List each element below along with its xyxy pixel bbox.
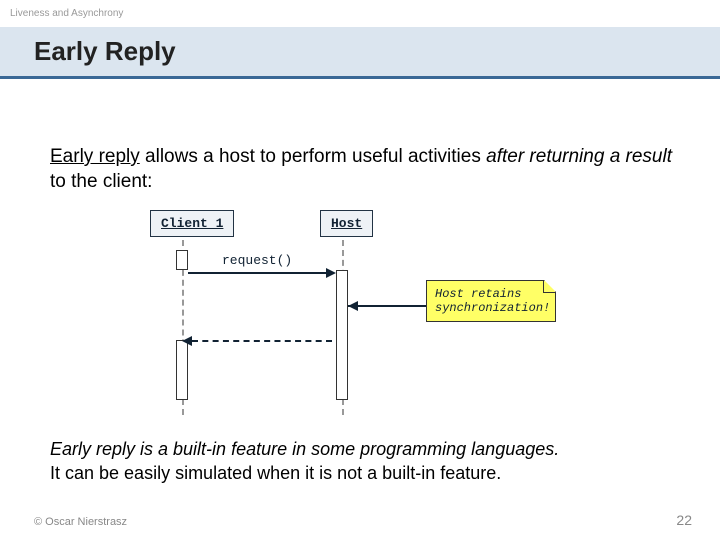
intro-text: Early reply allows a host to perform use… <box>50 145 680 194</box>
message-request-label: request() <box>220 253 294 268</box>
outro-text: Early reply is a built-in feature in som… <box>50 438 680 485</box>
footer-page-number: 22 <box>676 512 692 528</box>
slide: Liveness and Asynchrony Early Reply Earl… <box>0 0 720 540</box>
arrow-reply-head-icon <box>182 336 192 346</box>
intro-italic: after returning a result <box>486 146 672 167</box>
actor-host-box: Host <box>320 210 373 237</box>
sequence-diagram: Client 1 Host request() Host retains syn… <box>120 210 560 430</box>
outro-line1: Early reply is a built-in feature in som… <box>50 439 559 459</box>
intro-mid2: to the client: <box>50 171 152 192</box>
activation-client-pre <box>176 250 188 270</box>
actor-client-box: Client 1 <box>150 210 234 237</box>
title-band: Early Reply <box>0 27 720 79</box>
intro-term: Early reply <box>50 146 140 167</box>
intro-mid1: allows a host to perform useful activiti… <box>140 146 486 167</box>
footer-copyright: © Oscar Nierstrasz <box>34 516 127 528</box>
activation-host <box>336 270 348 400</box>
note-text: Host retains synchronization! <box>435 287 550 315</box>
activation-client-post <box>176 340 188 400</box>
note-fold-border <box>544 280 556 292</box>
outro-line2: It can be easily simulated when it is no… <box>50 463 501 483</box>
arrow-reply <box>192 340 332 342</box>
note-connector-head-icon <box>348 301 358 311</box>
arrow-request <box>188 272 328 274</box>
note-connector <box>348 305 426 307</box>
note-box: Host retains synchronization! <box>426 280 556 322</box>
page-title: Early Reply <box>34 36 176 67</box>
topic-label: Liveness and Asynchrony <box>10 8 123 19</box>
arrow-request-head-icon <box>326 268 336 278</box>
